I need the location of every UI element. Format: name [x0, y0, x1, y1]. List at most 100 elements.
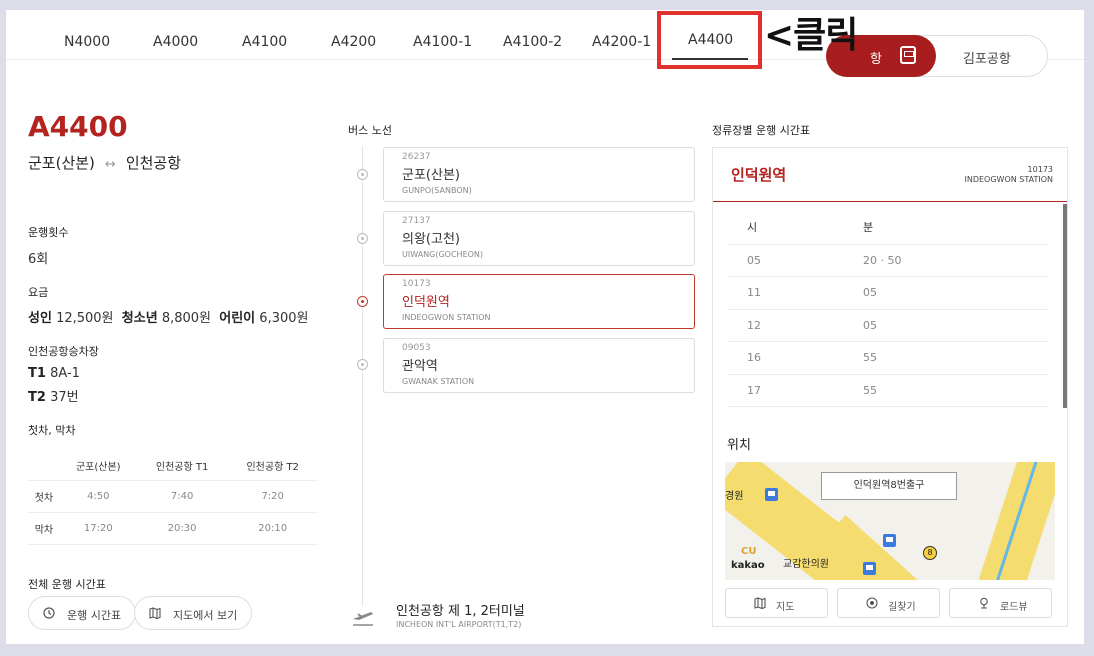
- fare-label: 요금: [28, 286, 49, 299]
- location-title: 위치: [727, 438, 751, 453]
- bus-stop-icon: [765, 488, 778, 501]
- stop-id: 27137: [402, 216, 431, 226]
- location-map[interactable]: 인덕원역8번출구 경원 교감한의원 CU kakao 8: [725, 462, 1055, 580]
- hour-header: 시: [727, 210, 843, 245]
- tab-n4000[interactable]: N4000: [64, 34, 110, 50]
- stop-card-indeogwon[interactable]: 10173 인덕원역 INDEOGWON STATION: [383, 274, 695, 329]
- row-label: 첫차: [28, 480, 60, 513]
- table-cell: 7:20: [227, 480, 318, 513]
- stop-name: 의왕(고천): [402, 232, 460, 247]
- t1-boarding: T1 8A-1: [28, 366, 80, 381]
- route-path: 군포(산본) ↔ 인천공항: [28, 152, 181, 173]
- stop-name-en: GUNPO(SANBON): [402, 186, 472, 195]
- runs-value: 6회: [28, 252, 49, 267]
- terminal-name: 인천공항 제 1, 2터미널: [396, 604, 525, 619]
- stop-timetable-title: 정류장별 운행 시간표: [712, 124, 811, 137]
- incheon-airport-label: 항: [870, 52, 882, 67]
- roadview-pin-icon: [980, 597, 988, 609]
- stop-name-en: UIWANG(GOCHEON): [402, 250, 484, 259]
- selected-stop-en: INDEOGWON STATION: [964, 175, 1053, 184]
- route-to: 인천공항: [125, 154, 182, 172]
- airport-toggle: 항 김포공항: [826, 35, 1048, 77]
- bus-stop-icon: [883, 534, 896, 547]
- stop-card-gunpo[interactable]: 26237 군포(산본) GUNPO(SANBON): [383, 147, 695, 202]
- tab-a4200-1[interactable]: A4200-1: [592, 34, 651, 50]
- directions-button[interactable]: 길찾기: [837, 588, 940, 618]
- table-cell: 20:10: [227, 512, 318, 545]
- stop-name: 인덕원역: [402, 295, 450, 310]
- stop-card-uiwang[interactable]: 27137 의왕(고천) UIWANG(GOCHEON): [383, 211, 695, 266]
- map-text: 경원: [725, 491, 744, 502]
- stop-name: 관악역: [402, 359, 438, 374]
- fare-child-label: 어린이: [219, 311, 256, 326]
- minute-cell: 55: [843, 374, 1049, 407]
- route-code: A4400: [28, 110, 128, 143]
- stop-id: 26237: [402, 152, 431, 162]
- fare-youth-value: 8,800원: [161, 311, 211, 326]
- table-cell: 20:30: [136, 512, 228, 545]
- tab-a4000[interactable]: A4000: [153, 34, 198, 50]
- table-header: 인천공항 T2: [227, 452, 318, 481]
- route-from: 군포(산본): [28, 154, 95, 172]
- fare-values: 성인 12,500원 청소년 8,800원 어린이 6,300원: [28, 307, 308, 326]
- table-cell: 4:50: [59, 480, 137, 513]
- hour-cell: 05: [727, 244, 843, 277]
- minute-cell: 20 · 50: [843, 244, 1049, 277]
- bus-stop-icon: [863, 562, 876, 575]
- boarding-label: 인천공항승차장: [28, 345, 99, 358]
- timetable-header: 인덕원역 10173 INDEOGWON STATION: [713, 148, 1067, 202]
- fare-adult-value: 12,500원: [56, 311, 114, 326]
- table-row: 12 05: [727, 309, 1049, 342]
- tab-a4100-1[interactable]: A4100-1: [413, 34, 472, 50]
- stop-timetable-panel: 인덕원역 10173 INDEOGWON STATION 시 분 05 20 · …: [712, 147, 1068, 627]
- fare-youth-label: 청소년: [121, 311, 158, 326]
- directions-icon: [866, 597, 878, 609]
- minute-cell: 55: [843, 341, 1049, 375]
- stop-name: 군포(산본): [402, 168, 460, 183]
- hour-cell: 16: [727, 341, 843, 375]
- table-header: 인천공항 T1: [136, 452, 228, 481]
- table-row: 11 05: [727, 276, 1049, 310]
- timetable-button[interactable]: 운행 시간표: [28, 596, 137, 630]
- view-map-button[interactable]: 지도에서 보기: [134, 596, 253, 630]
- map-icon: [149, 607, 161, 619]
- map-text: 교감한의원: [783, 559, 829, 570]
- map-icon: [754, 597, 766, 609]
- stop-card-gwanak[interactable]: 09053 관악역 GWANAK STATION: [383, 338, 695, 393]
- stop-dot: [357, 359, 368, 370]
- table-row: 17 55: [727, 374, 1049, 407]
- stop-dot: [357, 233, 368, 244]
- tab-a4100-2[interactable]: A4100-2: [503, 34, 562, 50]
- tab-a4200[interactable]: A4200: [331, 34, 376, 50]
- fare-child-value: 6,300원: [259, 311, 309, 326]
- first-last-label: 첫차, 막차: [28, 424, 76, 437]
- bus-icon: [900, 46, 916, 64]
- route-line: [362, 146, 363, 606]
- t2-boarding: T2 37번: [28, 386, 79, 405]
- table-row: 05 20 · 50: [727, 244, 1049, 277]
- first-last-header-row: 군포(산본) 인천공항 T1 인천공항 T2: [28, 452, 318, 481]
- view-map-button-label: 지도에서 보기: [173, 609, 238, 622]
- tab-a4100[interactable]: A4100: [242, 34, 287, 50]
- timetable-header-row: 시 분: [727, 210, 1049, 245]
- hour-cell: 17: [727, 374, 843, 407]
- map-button[interactable]: 지도: [725, 588, 828, 618]
- hour-minute-table: 시 분 05 20 · 50 11 05 12 05 16 55 17 55: [727, 210, 1049, 407]
- stop-dot-active: [357, 296, 368, 307]
- roadview-button[interactable]: 로드뷰: [949, 588, 1052, 618]
- map-text: CU: [741, 546, 757, 557]
- table-cell: 17:20: [59, 512, 137, 545]
- hour-cell: 12: [727, 309, 843, 342]
- runs-label: 운행횟수: [28, 226, 69, 239]
- hour-cell: 11: [727, 276, 843, 310]
- clock-icon: [43, 607, 55, 619]
- t2-label: T2: [28, 390, 46, 405]
- timetable-scrollbar[interactable]: [1063, 204, 1067, 408]
- table-row: 첫차 4:50 7:40 7:20: [28, 480, 318, 513]
- gimpo-airport-button[interactable]: 김포공항: [963, 48, 1011, 67]
- bus-route-title: 버스 노선: [348, 124, 392, 137]
- table-header: 군포(산본): [59, 452, 137, 481]
- stop-name-en: GWANAK STATION: [402, 377, 475, 386]
- table-header: [28, 452, 60, 481]
- roadview-button-label: 로드뷰: [1000, 602, 1028, 613]
